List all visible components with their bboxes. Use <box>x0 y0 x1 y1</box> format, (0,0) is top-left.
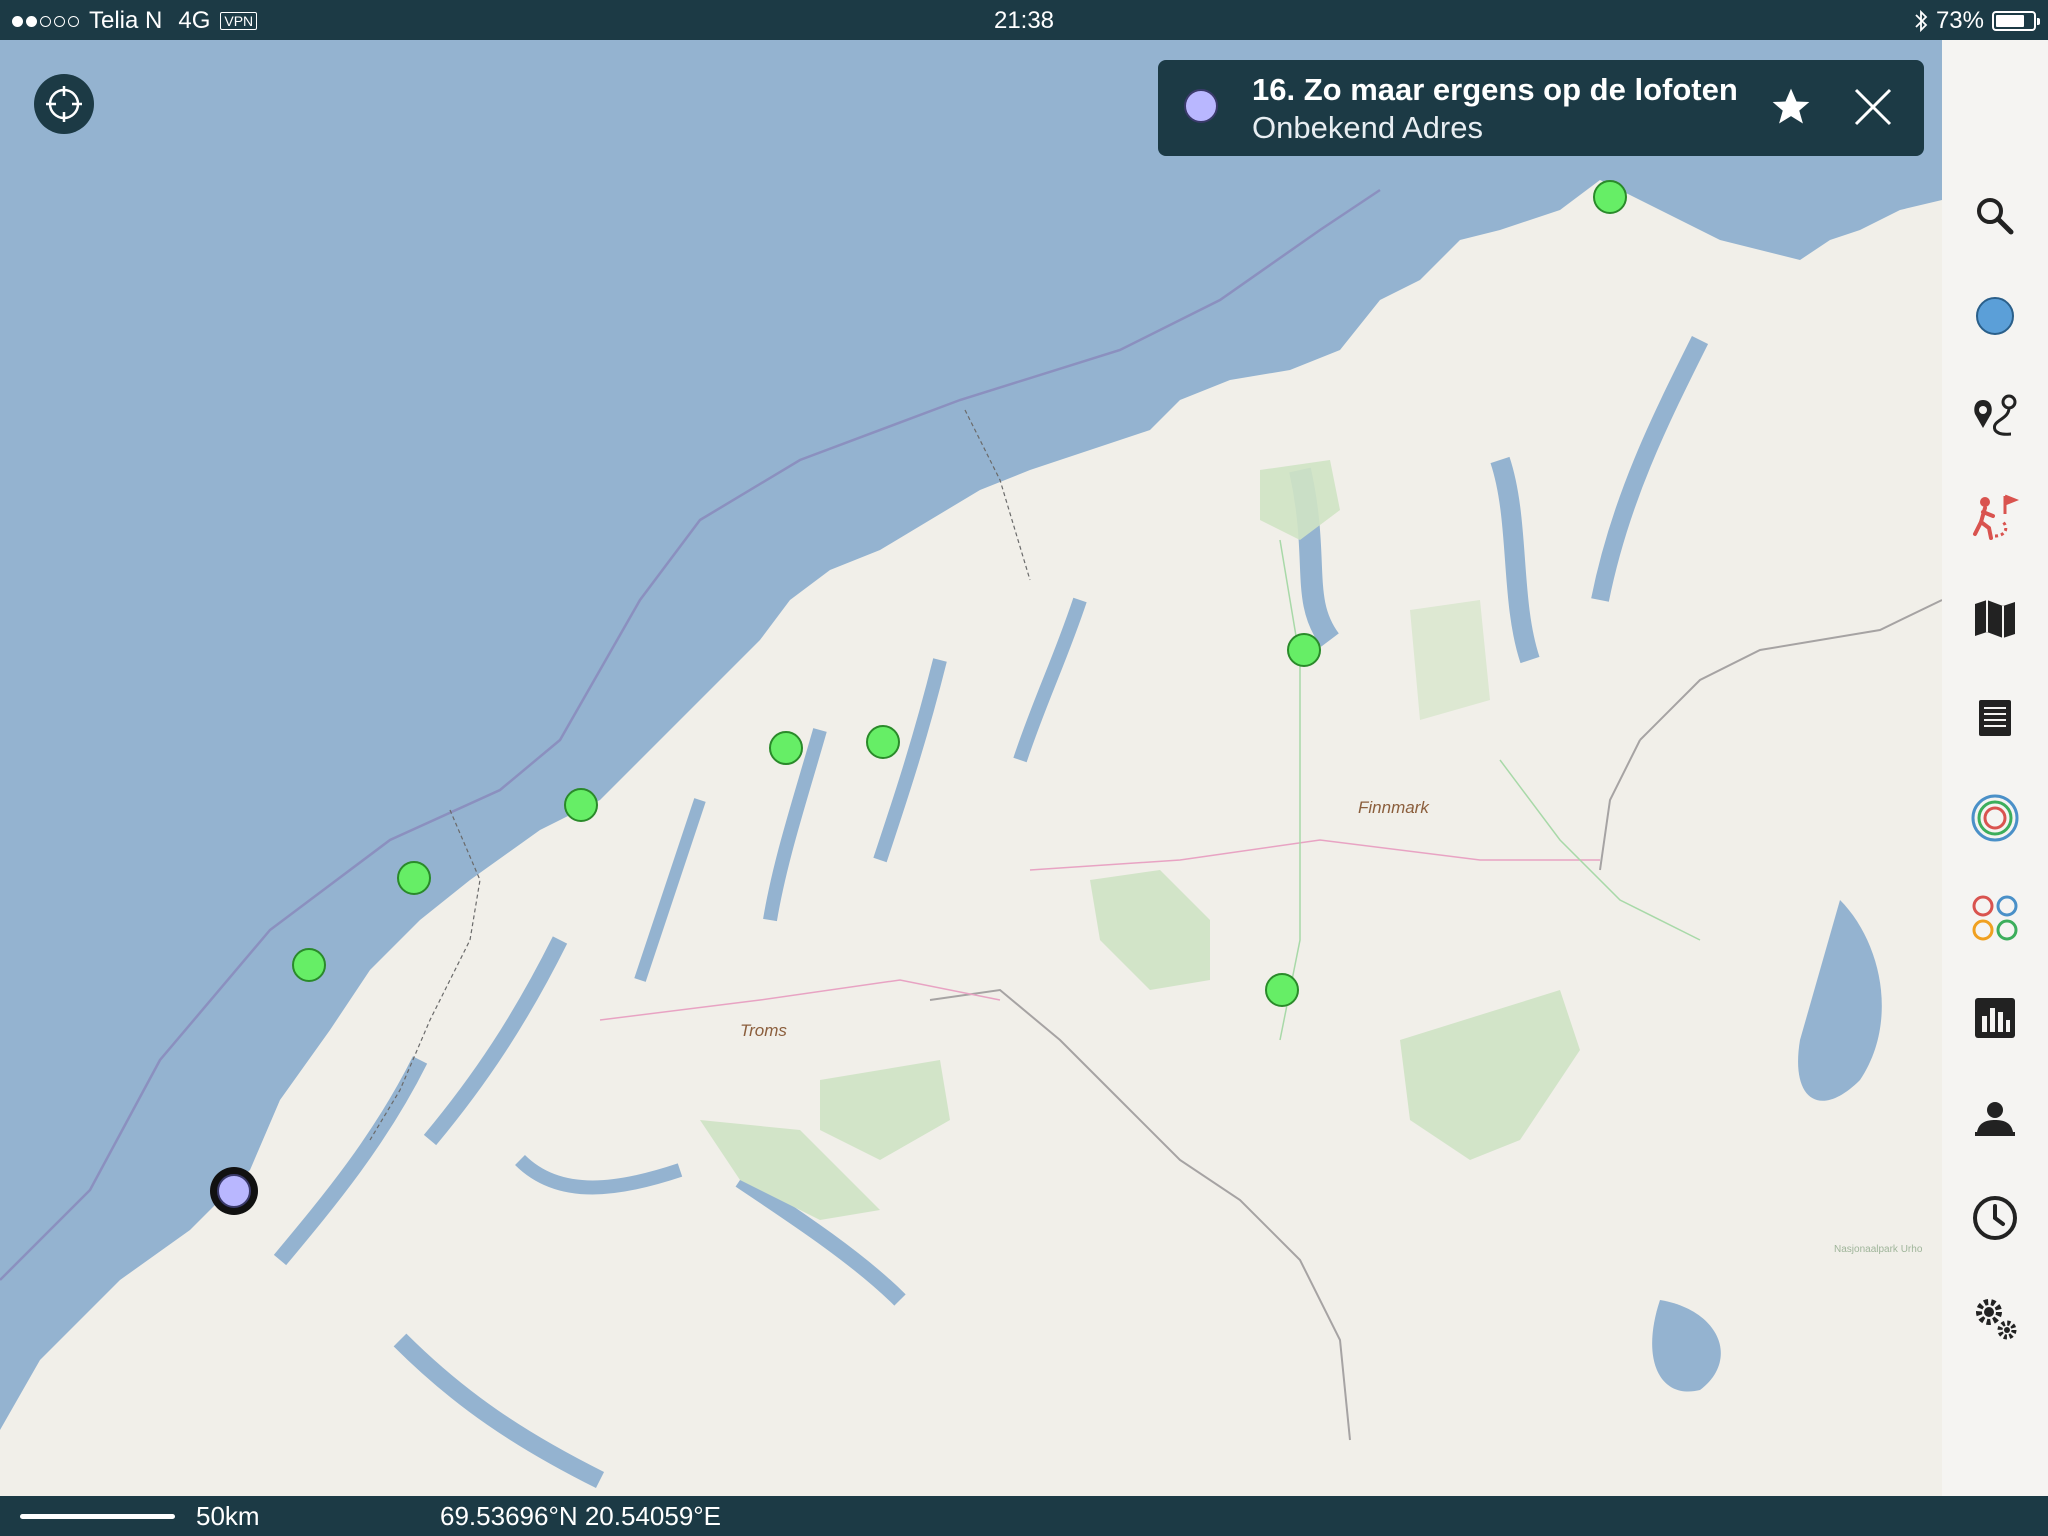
map-canvas[interactable]: Finnmark Troms Nasjonaalpark Urho <box>0 40 1942 1496</box>
map-marker[interactable] <box>564 788 598 822</box>
battery-icon <box>1992 11 2040 31</box>
list-button[interactable] <box>1965 688 2025 748</box>
status-bar: Telia N 4G VPN 21:38 73% <box>0 0 2048 40</box>
search-button[interactable] <box>1965 186 2025 246</box>
map-marker[interactable] <box>292 948 326 982</box>
settings-button[interactable] <box>1965 1288 2025 1348</box>
star-icon <box>1772 88 1810 124</box>
target-rings-button[interactable] <box>1965 788 2025 848</box>
map-label-national-park: Nasjonaalpark Urho <box>1834 1244 1923 1255</box>
search-icon <box>1977 198 2014 235</box>
chart-icon <box>1975 998 2015 1038</box>
map-marker[interactable] <box>1287 633 1321 667</box>
users-button[interactable] <box>1965 1088 2025 1148</box>
map-marker[interactable] <box>769 731 803 765</box>
bottom-bar: 50km 69.53696°N 20.54059°E <box>0 1496 2048 1536</box>
sidebar <box>1942 40 2048 1496</box>
history-button[interactable] <box>1965 1188 2025 1248</box>
list-icon <box>1979 700 2011 736</box>
clock-icon <box>1973 1196 2017 1240</box>
target-rings-icon <box>1971 794 2019 842</box>
map-marker[interactable] <box>1593 180 1627 214</box>
bluetooth-icon <box>1915 9 1928 33</box>
popup-subtitle: Onbekend Adres <box>1252 110 1483 145</box>
blue-dot-icon <box>1976 297 2014 335</box>
hike-icon <box>1973 494 2020 540</box>
map-marker[interactable] <box>866 725 900 759</box>
locate-me-button[interactable] <box>34 74 94 134</box>
map-marker[interactable] <box>1265 973 1299 1007</box>
scale-bar <box>20 1514 175 1519</box>
close-button[interactable] <box>1848 82 1898 132</box>
map-marker[interactable] <box>397 861 431 895</box>
popup-title: 16. Zo maar ergens op de lofoten <box>1252 72 1738 107</box>
map-layers-button[interactable] <box>1965 588 2025 648</box>
location-dot-button[interactable] <box>1965 286 2025 346</box>
route-button[interactable] <box>1965 388 2025 448</box>
colored-circles-icon <box>1972 895 2018 941</box>
map-label-troms: Troms <box>740 1021 787 1040</box>
favorite-button[interactable] <box>1766 82 1816 132</box>
settings-icon <box>1976 1299 2017 1340</box>
map-label-finnmark: Finnmark <box>1358 798 1430 817</box>
crosshair-icon <box>46 86 82 122</box>
colored-circles-button[interactable] <box>1965 888 2025 948</box>
chart-button[interactable] <box>1965 988 2025 1048</box>
hike-button[interactable] <box>1965 488 2025 548</box>
location-marker-icon <box>1184 89 1218 123</box>
battery-percent: 73% <box>1935 7 1984 34</box>
close-icon <box>1854 88 1892 126</box>
map-icon <box>1975 600 2015 638</box>
clock-time: 21:38 <box>993 7 1055 34</box>
scale-label: 50km <box>196 1501 260 1531</box>
users-icon <box>1975 1102 2015 1136</box>
location-popup[interactable]: 16. Zo maar ergens op de lofoten Onbeken… <box>1158 60 1924 156</box>
route-icon <box>1974 394 2017 436</box>
coordinates-readout: 69.53696°N 20.54059°E <box>440 1501 722 1531</box>
selected-map-marker-fill <box>217 1174 251 1208</box>
